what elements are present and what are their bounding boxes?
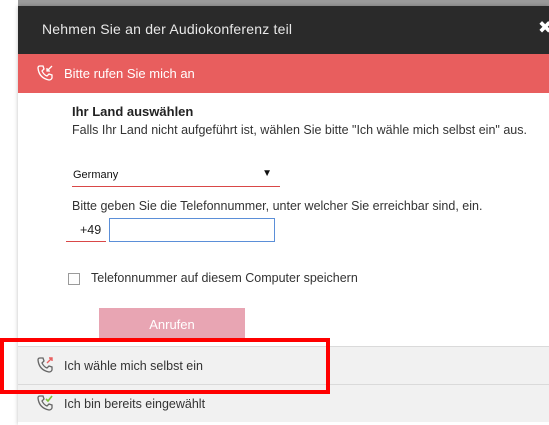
phone-incoming-icon bbox=[37, 65, 53, 81]
close-icon[interactable]: ✖ bbox=[538, 18, 549, 38]
call-me-label: Bitte rufen Sie mich an bbox=[64, 66, 195, 81]
already-dialed-in-option[interactable]: Ich bin bereits eingewählt bbox=[18, 384, 549, 422]
audio-conference-dialog: Nehmen Sie an der Audiokonferenz teil ✖ … bbox=[18, 6, 549, 425]
call-me-form: Ihr Land auswählen Falls Ihr Land nicht … bbox=[18, 93, 549, 346]
already-dialed-in-label: Ich bin bereits eingewählt bbox=[64, 397, 206, 411]
phone-hint: Bitte geben Sie die Telefonnummer, unter… bbox=[72, 199, 483, 213]
dial-in-myself-label: Ich wähle mich selbst ein bbox=[64, 359, 203, 373]
phone-outgoing-icon bbox=[37, 357, 53, 373]
save-number-label: Telefonnummer auf diesem Computer speich… bbox=[91, 271, 358, 285]
dialog-title-bar: Nehmen Sie an der Audiokonferenz teil ✖ bbox=[18, 6, 549, 54]
phone-prefix-value: +49 bbox=[80, 223, 102, 237]
country-heading: Ihr Land auswählen bbox=[72, 104, 194, 119]
save-number-checkbox[interactable] bbox=[68, 273, 80, 285]
phone-prefix: +49 bbox=[66, 218, 106, 242]
country-hint: Falls Ihr Land nicht aufgeführt ist, wäh… bbox=[72, 123, 527, 137]
dial-in-myself-option[interactable]: Ich wähle mich selbst ein bbox=[18, 346, 549, 384]
country-select[interactable]: Germany ▼ bbox=[72, 165, 280, 187]
call-button[interactable]: Anrufen bbox=[99, 308, 245, 341]
country-select-value: Germany bbox=[73, 169, 119, 181]
phone-connected-icon bbox=[37, 395, 53, 411]
dialog-title: Nehmen Sie an der Audiokonferenz teil bbox=[42, 21, 293, 37]
call-me-section-header[interactable]: Bitte rufen Sie mich an bbox=[18, 54, 549, 93]
dropdown-arrow-icon: ▼ bbox=[262, 168, 272, 179]
background-left-strip bbox=[0, 0, 18, 425]
phone-number-input[interactable] bbox=[109, 218, 275, 242]
